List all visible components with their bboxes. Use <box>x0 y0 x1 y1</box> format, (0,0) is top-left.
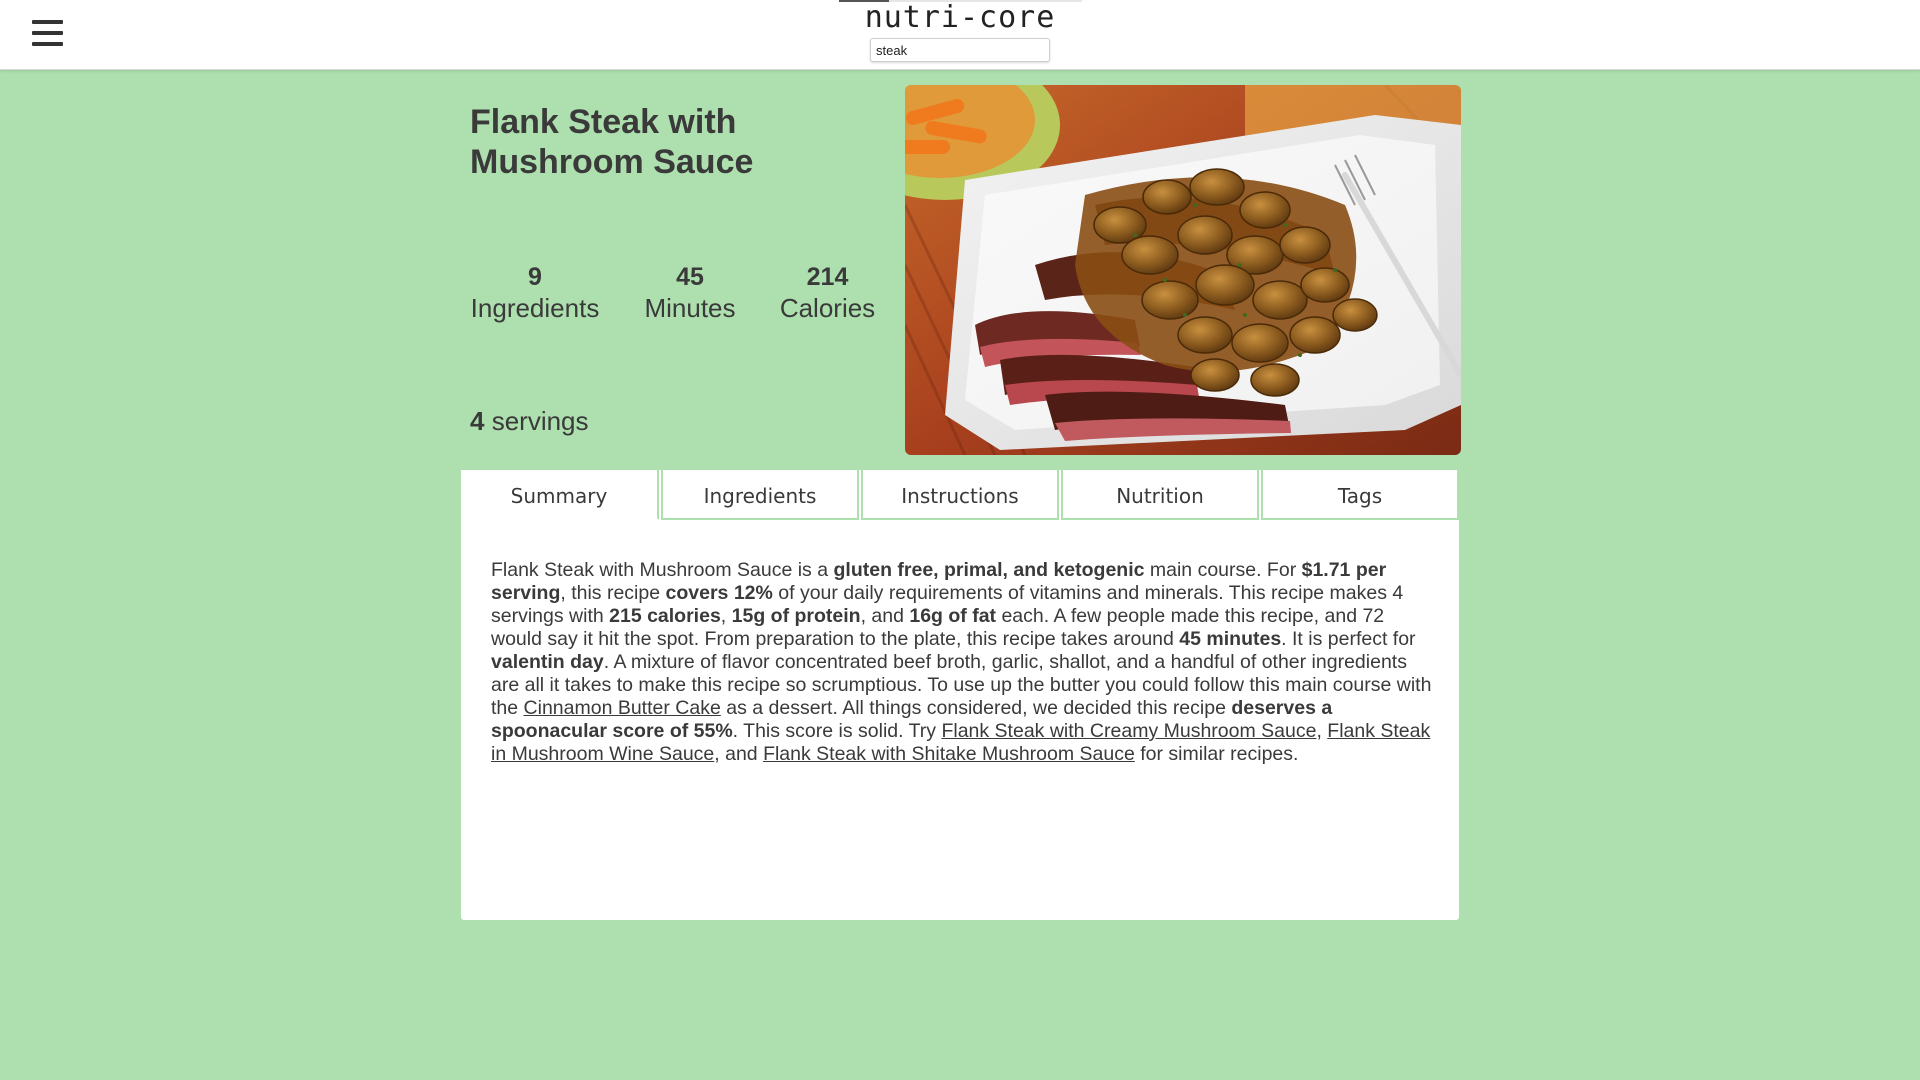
link-cinnamon-butter-cake[interactable]: Cinnamon Butter Cake <box>524 697 721 719</box>
summary-text-segment: , <box>1316 720 1328 742</box>
recipe-photo <box>905 85 1461 455</box>
recipe-title: Flank Steak with Mushroom Sauce <box>470 103 754 181</box>
fat-highlight: 16g of fat <box>909 605 997 627</box>
hamburger-menu-icon[interactable] <box>30 16 66 52</box>
tab-nutrition[interactable]: Nutrition <box>1061 470 1259 520</box>
time-highlight: 45 minutes <box>1179 628 1282 650</box>
summary-text-segment: for similar recipes. <box>1134 743 1299 765</box>
stat-calories: 214 Calories <box>770 262 885 324</box>
summary-text: Flank Steak with Mushroom Sauce is a glu… <box>491 559 1436 766</box>
top-navbar: nutri-core <box>0 0 1920 70</box>
stat-ingredients: 9 Ingredients <box>470 262 600 324</box>
summary-text-segment: . It is perfect for <box>1281 628 1416 650</box>
tab-bar: Summary Ingredients Instructions Nutriti… <box>461 470 1459 520</box>
tab-summary[interactable]: Summary <box>461 470 659 520</box>
servings-count: 4 <box>470 406 485 436</box>
summary-text-segment: , <box>720 605 732 627</box>
summary-text-segment: , and <box>860 605 910 627</box>
stat-minutes-value: 45 <box>676 263 704 291</box>
stat-calories-value: 214 <box>806 263 849 291</box>
summary-text-segment: , and <box>714 743 764 765</box>
stat-minutes: 45 Minutes <box>630 262 750 324</box>
tab-instructions[interactable]: Instructions <box>861 470 1059 520</box>
protein-highlight: 15g of protein <box>731 605 861 627</box>
search-input[interactable] <box>870 38 1050 62</box>
brand-logo-text[interactable]: nutri-core <box>760 0 1160 36</box>
summary-text-segment: . This score is solid. Try <box>732 720 942 742</box>
stat-calories-label: Calories <box>779 293 876 323</box>
diet-tags-highlight: gluten free, primal, and ketogenic <box>833 559 1145 581</box>
summary-text-segment: as a dessert. All things considered, we … <box>720 697 1232 719</box>
link-similar-recipe-3[interactable]: Flank Steak with Shitake Mushroom Sauce <box>763 743 1135 765</box>
tab-tags[interactable]: Tags <box>1261 470 1459 520</box>
summary-text-segment: main course. For <box>1144 559 1302 581</box>
servings: 4 servings <box>470 406 589 437</box>
link-similar-recipe-1[interactable]: Flank Steak with Creamy Mushroom Sauce <box>941 720 1316 742</box>
coverage-highlight: covers 12% <box>665 582 773 604</box>
servings-label: servings <box>491 406 589 436</box>
summary-text-segment: , this recipe <box>560 582 666 604</box>
occasion-highlight: valentin day <box>491 651 604 673</box>
tab-ingredients[interactable]: Ingredients <box>661 470 859 520</box>
recipe-details-card: Summary Ingredients Instructions Nutriti… <box>461 470 1459 920</box>
stat-ingredients-value: 9 <box>528 263 542 291</box>
stat-ingredients-label: Ingredients <box>470 293 600 323</box>
summary-text-segment: Flank Steak with Mushroom Sauce is a <box>491 559 834 581</box>
stat-minutes-label: Minutes <box>644 293 736 323</box>
calories-highlight: 215 calories <box>609 605 721 627</box>
